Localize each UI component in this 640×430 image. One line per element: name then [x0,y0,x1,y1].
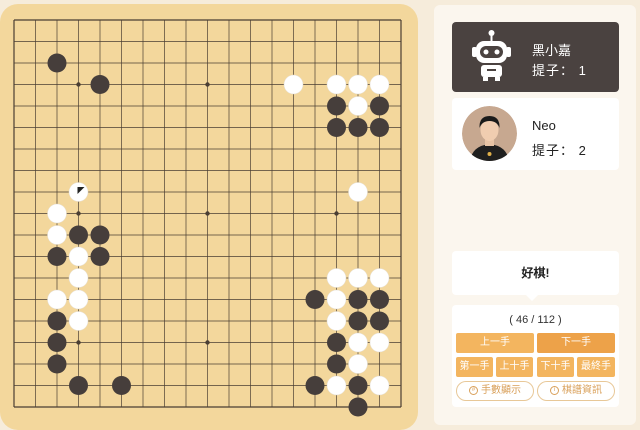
star-point [334,211,339,216]
user-photo [462,106,517,161]
white-stone [47,225,67,245]
back-ten-button[interactable]: 上十手 [496,357,533,377]
white-stone [369,74,390,95]
white-stone [348,354,368,374]
white-stone [369,332,390,353]
player-card-human: Neo 提子： 2 [452,98,619,170]
player-card-bot: 黑小嘉 提子： 1 [452,22,619,92]
human-name: Neo [532,118,556,133]
black-stone [370,96,389,116]
white-stone [68,289,89,310]
bot-name: 黑小嘉 [532,43,572,58]
white-stone [326,74,347,95]
game-info-button[interactable]: i 棋譜資訊 [537,381,615,401]
white-stone [348,74,368,95]
bot-captures-value: 1 [578,63,587,78]
next-move-button[interactable]: 下一手 [537,333,615,353]
white-stone [348,332,368,353]
black-stone [90,225,110,245]
black-stone [47,247,67,266]
black-stone [327,354,346,374]
star-point [205,211,210,216]
robot-icon [464,28,519,83]
black-stone [47,53,67,73]
move-counter: ( 46 / 112 ) [509,314,562,326]
white-stone [47,289,67,310]
black-stone [47,354,67,374]
number-icon: # [469,385,478,395]
star-point [76,82,81,87]
white-stone [47,203,67,224]
black-stone [348,290,368,309]
human-captures-value: 2 [578,143,587,158]
white-stone [68,268,89,288]
go-board[interactable] [0,4,418,430]
bot-captures-label: 提子： [532,63,575,78]
black-stone [348,118,368,137]
show-move-numbers-button[interactable]: # 手數顯示 [456,381,534,401]
black-stone [305,290,325,309]
black-stone [69,376,88,395]
first-move-button[interactable]: 第一手 [456,357,493,377]
black-stone [327,118,346,137]
prev-move-button[interactable]: 上一手 [456,333,534,353]
white-stone [326,289,347,310]
white-stone [369,268,390,288]
board-grid[interactable] [0,4,418,430]
white-stone [283,74,304,95]
bot-captures: 提子： 1 [532,60,587,79]
black-stone [370,311,389,331]
black-stone [47,333,67,352]
side-panel: 黑小嘉 提子： 1 Neo 提子： 2 好棋! ( 46 / 112 ) 上一手… [434,5,636,425]
black-stone [47,311,67,331]
star-point [76,340,81,345]
white-stone [348,268,368,288]
white-stone [68,246,89,267]
black-stone [348,376,368,395]
white-stone [326,311,347,331]
star-point [76,211,81,216]
game-info-label: 棋譜資訊 [562,385,602,396]
black-stone [90,75,110,94]
white-stone [326,268,347,288]
show-move-numbers-label: 手數顯示 [481,385,521,396]
black-stone [305,376,325,395]
black-stone [348,311,368,331]
comment-bubble: 好棋! [452,251,619,301]
info-icon: i [550,385,559,395]
star-point [205,340,210,345]
last-move-button[interactable]: 最終手 [577,357,615,377]
white-stone [326,375,347,396]
black-stone [370,290,389,309]
white-stone [369,375,390,396]
black-stone [69,225,88,245]
black-stone [327,96,346,116]
star-point [205,82,210,87]
white-stone [348,96,368,116]
black-stone [112,376,131,395]
forward-ten-button[interactable]: 下十手 [537,357,574,377]
black-stone [327,333,346,352]
human-captures: 提子： 2 [532,140,587,159]
replay-controls: ( 46 / 112 ) 上一手 下一手 第一手 上十手 下十手 最終手 # 手數… [452,305,619,407]
black-stone [370,118,389,137]
black-stone [90,247,110,266]
human-captures-label: 提子： [532,143,575,158]
white-stone [348,182,368,202]
black-stone [348,397,368,417]
white-stone [68,311,89,331]
